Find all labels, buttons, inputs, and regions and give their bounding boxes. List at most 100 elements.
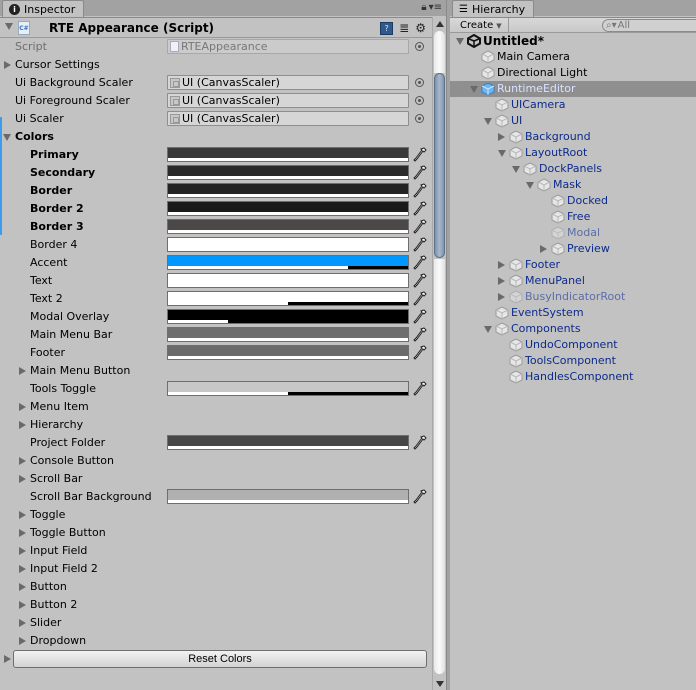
color-swatch[interactable] <box>167 327 409 342</box>
scroll-up-icon[interactable] <box>436 21 444 27</box>
eyedropper-icon[interactable] <box>413 381 427 397</box>
color-swatch[interactable] <box>167 183 409 198</box>
expand-arrow-icon[interactable] <box>19 601 26 609</box>
color-swatch[interactable] <box>167 255 409 270</box>
eyedropper-icon[interactable] <box>413 327 427 343</box>
color-swatch[interactable] <box>167 435 409 450</box>
eyedropper-icon[interactable] <box>413 183 427 199</box>
color-swatch[interactable] <box>167 381 409 396</box>
eyedropper-icon[interactable] <box>413 219 427 235</box>
expand-arrow-icon[interactable] <box>19 367 26 375</box>
hierarchy-item[interactable]: Background <box>450 129 696 145</box>
hierarchy-item[interactable]: HandlesComponent <box>450 369 696 385</box>
expand-arrow-icon[interactable] <box>19 565 26 573</box>
scene-row[interactable]: Untitled* <box>450 33 696 49</box>
color-swatch[interactable] <box>167 237 409 252</box>
collapse-arrow-icon[interactable] <box>470 86 478 93</box>
eyedropper-icon[interactable] <box>413 255 427 271</box>
tab-inspector[interactable]: i Inspector <box>2 0 85 17</box>
hierarchy-search-input[interactable]: ⌕▾ All <box>602 19 696 32</box>
help-icon[interactable]: ? <box>380 21 394 35</box>
inspector-scrollbar[interactable] <box>432 17 446 690</box>
hierarchy-item[interactable]: Mask <box>450 177 696 193</box>
color-swatch[interactable] <box>167 201 409 216</box>
hierarchy-item[interactable]: UI <box>450 113 696 129</box>
object-picker-icon[interactable] <box>415 96 424 105</box>
eyedropper-icon[interactable] <box>413 489 427 505</box>
menu-icon[interactable]: ▾≡ <box>429 2 442 13</box>
eyedropper-icon[interactable] <box>413 345 427 361</box>
expand-arrow-icon[interactable] <box>19 619 26 627</box>
expand-arrow-icon[interactable] <box>498 293 505 301</box>
tab-menu[interactable]: 🔒︎ ▾≡ <box>421 2 442 13</box>
expand-arrow-icon[interactable] <box>19 529 26 537</box>
collapse-arrow-icon[interactable] <box>3 134 11 141</box>
object-picker-icon[interactable] <box>415 78 424 87</box>
expand-arrow-icon[interactable] <box>19 403 26 411</box>
collapse-arrow-icon[interactable] <box>456 38 464 45</box>
expand-arrow-icon[interactable] <box>19 457 26 465</box>
color-swatch[interactable] <box>167 489 409 504</box>
eyedropper-icon[interactable] <box>413 201 427 217</box>
eyedropper-icon[interactable] <box>413 309 427 325</box>
eyedropper-icon[interactable] <box>413 435 427 451</box>
eyedropper-icon[interactable] <box>413 147 427 163</box>
scroll-thumb[interactable] <box>434 73 445 258</box>
hierarchy-item[interactable]: Preview <box>450 241 696 257</box>
hierarchy-item[interactable]: UndoComponent <box>450 337 696 353</box>
expand-arrow-icon[interactable] <box>498 261 505 269</box>
expand-arrow-icon[interactable] <box>19 637 26 645</box>
expand-arrow-icon[interactable] <box>19 547 26 555</box>
expand-arrow-icon[interactable] <box>4 61 11 69</box>
hierarchy-item[interactable]: LayoutRoot <box>450 145 696 161</box>
expand-arrow-icon[interactable] <box>19 511 26 519</box>
scaler-object-field[interactable]: UI (CanvasScaler) <box>167 111 409 126</box>
scaler-object-field[interactable]: UI (CanvasScaler) <box>167 75 409 90</box>
reset-colors-button[interactable]: Reset Colors <box>13 650 427 668</box>
collapse-arrow-icon[interactable] <box>512 166 520 173</box>
expand-arrow-icon[interactable] <box>4 655 11 663</box>
collapse-arrow-icon[interactable] <box>526 182 534 189</box>
gear-icon[interactable]: ⚙︎ <box>415 21 426 35</box>
expand-arrow-icon[interactable] <box>540 245 547 253</box>
hierarchy-item[interactable]: Main Camera <box>450 49 696 65</box>
eyedropper-icon[interactable] <box>413 165 427 181</box>
hierarchy-item[interactable]: Docked <box>450 193 696 209</box>
lock-icon[interactable]: 🔒︎ <box>421 2 426 13</box>
color-swatch[interactable] <box>167 147 409 162</box>
hierarchy-item[interactable]: Modal <box>450 225 696 241</box>
hierarchy-item[interactable]: UICamera <box>450 97 696 113</box>
expand-arrow-icon[interactable] <box>19 475 26 483</box>
hierarchy-item[interactable]: DockPanels <box>450 161 696 177</box>
color-swatch[interactable] <box>167 273 409 288</box>
hierarchy-item[interactable]: MenuPanel <box>450 273 696 289</box>
color-swatch[interactable] <box>167 309 409 324</box>
hierarchy-item[interactable]: BusyIndicatorRoot <box>450 289 696 305</box>
color-swatch[interactable] <box>167 165 409 180</box>
tab-hierarchy[interactable]: ☰ Hierarchy <box>452 0 535 17</box>
expand-arrow-icon[interactable] <box>19 583 26 591</box>
hierarchy-item[interactable]: EventSystem <box>450 305 696 321</box>
collapse-arrow-icon[interactable] <box>484 118 492 125</box>
hierarchy-item[interactable]: RuntimeEditor <box>450 81 696 97</box>
hierarchy-item[interactable]: Footer <box>450 257 696 273</box>
object-picker-icon[interactable] <box>415 42 424 51</box>
eyedropper-icon[interactable] <box>413 291 427 307</box>
scroll-down-icon[interactable] <box>436 681 444 687</box>
color-swatch[interactable] <box>167 345 409 360</box>
expand-arrow-icon[interactable] <box>498 277 505 285</box>
expand-arrow-icon[interactable] <box>498 133 505 141</box>
scaler-object-field[interactable]: UI (CanvasScaler) <box>167 93 409 108</box>
foldout-arrow-icon[interactable] <box>5 23 13 30</box>
hierarchy-item[interactable]: Directional Light <box>450 65 696 81</box>
collapse-arrow-icon[interactable] <box>498 150 506 157</box>
expand-arrow-icon[interactable] <box>19 421 26 429</box>
hierarchy-item[interactable]: Components <box>450 321 696 337</box>
eyedropper-icon[interactable] <box>413 273 427 289</box>
color-swatch[interactable] <box>167 291 409 306</box>
hierarchy-item[interactable]: ToolsComponent <box>450 353 696 369</box>
object-picker-icon[interactable] <box>415 114 424 123</box>
collapse-arrow-icon[interactable] <box>484 326 492 333</box>
create-dropdown[interactable]: Create ▼ <box>454 18 509 33</box>
component-header[interactable]: C# RTE Appearance (Script) ? ≣ ⚙︎ <box>0 18 432 38</box>
